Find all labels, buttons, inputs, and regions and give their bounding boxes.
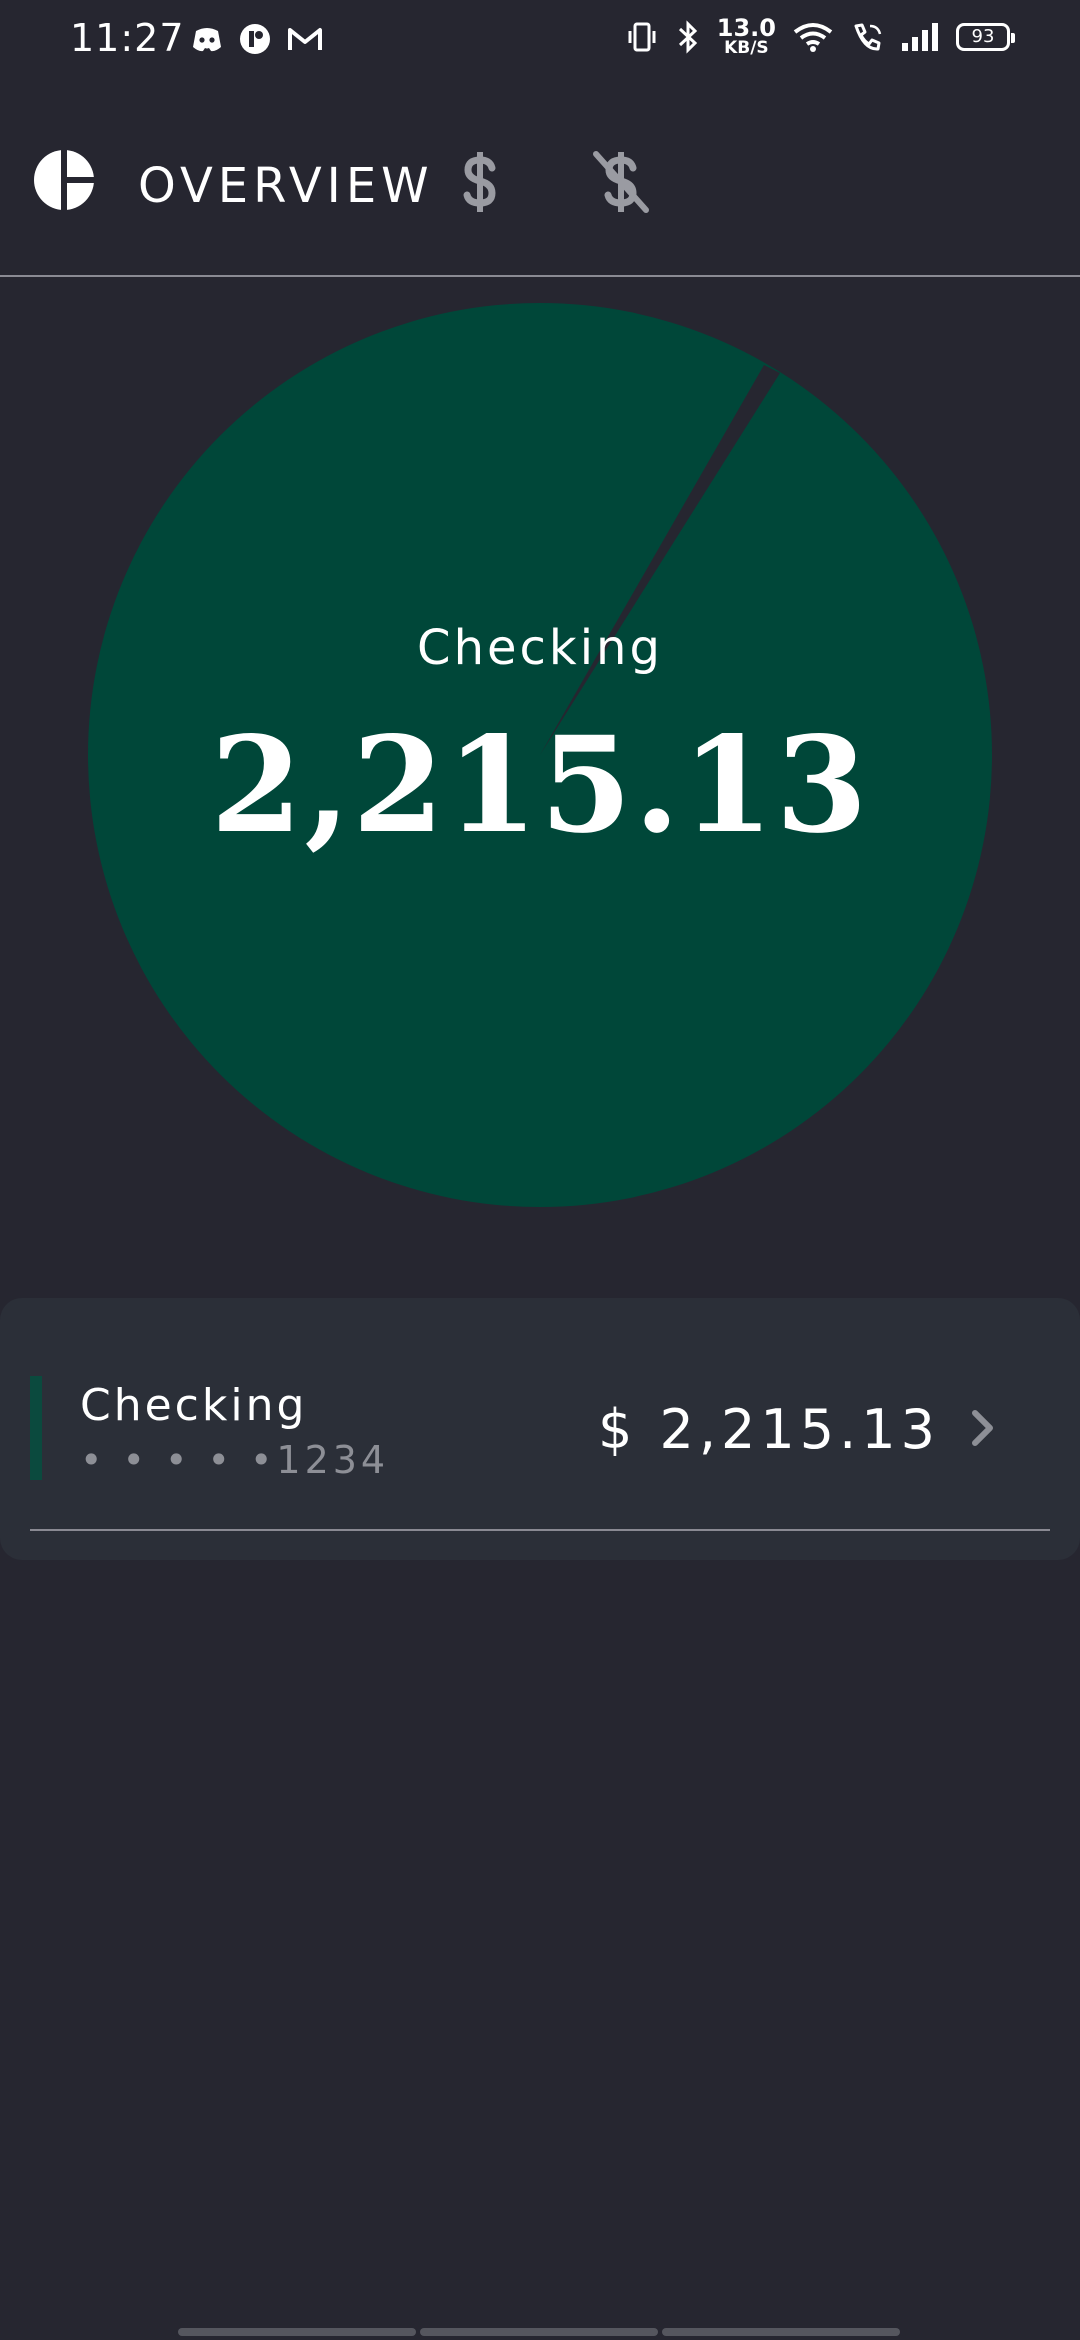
battery-level: 93 xyxy=(971,26,995,47)
status-time: 11:27 xyxy=(70,16,185,60)
status-bar: 11:27 13.0 KB/S 93 xyxy=(0,0,1080,84)
battery-icon: 93 xyxy=(956,22,1015,51)
vibrate-icon xyxy=(628,22,656,51)
dollar-icon[interactable] xyxy=(456,146,504,218)
home-indicator[interactable] xyxy=(178,2328,900,2336)
account-number: • • • • •1234 xyxy=(80,1438,390,1482)
top-nav: OVERVIEW xyxy=(0,128,1080,238)
account-name: Checking xyxy=(80,1380,308,1431)
home-indicator-segment xyxy=(178,2328,416,2336)
wifi-call-icon xyxy=(854,23,882,51)
currency-symbol: $ xyxy=(598,1398,638,1461)
signal-icon xyxy=(902,22,938,51)
bluetooth-icon xyxy=(678,19,697,54)
balance-value: 2,215.13 xyxy=(659,1398,940,1461)
home-indicator-segment xyxy=(662,2328,900,2336)
account-divider xyxy=(30,1529,1050,1531)
chart-center-value: 2,215.13 xyxy=(210,708,870,863)
pie-logo-icon[interactable] xyxy=(32,148,96,212)
notification-icons xyxy=(190,22,324,56)
no-dollar-icon[interactable] xyxy=(590,146,652,218)
tab-overview[interactable]: OVERVIEW xyxy=(138,158,434,214)
account-card[interactable]: Checking • • • • •1234 $ 2,215.13 xyxy=(0,1298,1080,1560)
net-speed-value: 13.0 xyxy=(716,14,776,42)
system-icons: 13.0 KB/S 93 xyxy=(625,16,1015,57)
chevron-right-icon[interactable] xyxy=(968,1406,998,1450)
discord-icon xyxy=(193,28,221,52)
chart-center-label: Checking xyxy=(417,620,663,676)
net-speed: 13.0 KB/S xyxy=(717,16,776,57)
wifi-icon xyxy=(793,22,833,52)
app-icon xyxy=(240,24,270,54)
net-speed-unit: KB/S xyxy=(724,38,769,58)
home-indicator-segment xyxy=(420,2328,658,2336)
header-divider xyxy=(0,275,1080,277)
account-balance: $ 2,215.13 xyxy=(598,1398,940,1461)
gmail-icon xyxy=(288,28,322,50)
account-color-bar xyxy=(30,1376,42,1480)
